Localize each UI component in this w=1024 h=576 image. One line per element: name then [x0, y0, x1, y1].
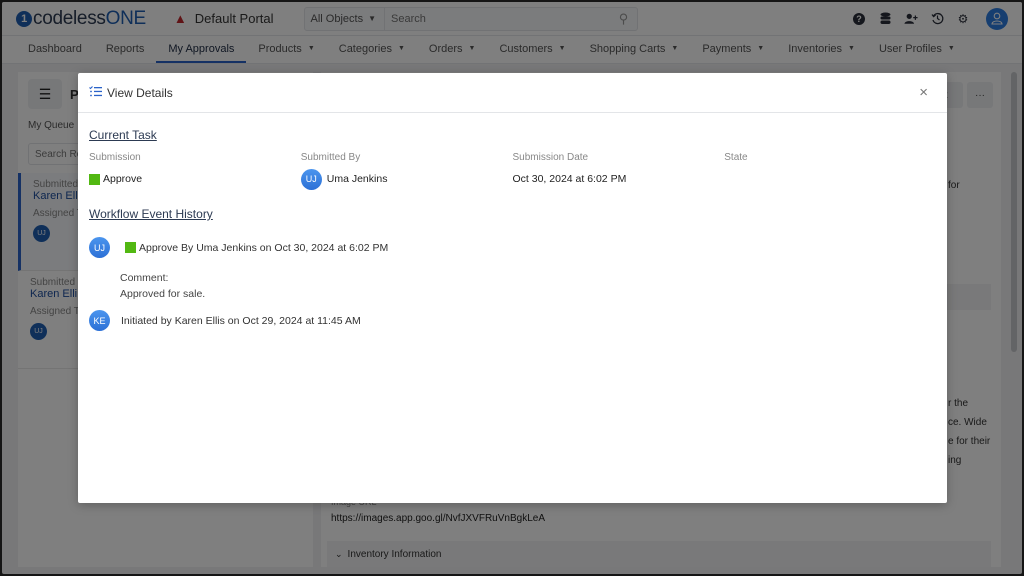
- comment-text: Approved for sale.: [120, 288, 206, 300]
- event-comment: Comment: Approved for sale.: [120, 270, 936, 302]
- submission-field: Submission Approve: [89, 152, 301, 189]
- history-event: KE Initiated by Karen Ellis on Oct 29, 2…: [89, 310, 936, 331]
- current-task-heading: Current Task: [89, 128, 157, 142]
- modal-header: View Details ×: [78, 73, 947, 113]
- submission-label: Submission: [89, 152, 141, 163]
- state-field: State: [724, 152, 936, 189]
- close-icon[interactable]: ×: [919, 85, 928, 100]
- avatar: KE: [89, 310, 110, 331]
- history-event: UJ Approve By Uma Jenkins on Oct 30, 202…: [89, 237, 936, 258]
- state-label: State: [724, 152, 748, 163]
- modal-title: View Details: [107, 85, 173, 100]
- submitted-by-name: Uma Jenkins: [326, 173, 388, 185]
- state-value: [724, 169, 936, 189]
- comment-label: Comment:: [120, 272, 169, 284]
- workflow-history: Workflow Event History UJ Approve By Uma…: [89, 207, 936, 331]
- approve-status-icon: [125, 242, 136, 253]
- submission-date-field: Submission Date Oct 30, 2024 at 6:02 PM: [513, 152, 725, 189]
- avatar: UJ: [300, 168, 322, 190]
- submission-value: Approve: [103, 173, 143, 185]
- event-text: Approve By Uma Jenkins on Oct 30, 2024 a…: [139, 241, 389, 254]
- avatar: UJ: [89, 237, 110, 258]
- submitted-by-label: Submitted By: [300, 152, 361, 163]
- checklist-icon: [89, 85, 102, 100]
- modal-body: Current Task Submission Approve Submitte…: [78, 113, 947, 346]
- view-details-modal: View Details × Current Task Submission A…: [78, 73, 947, 503]
- submission-date-value: Oct 30, 2024 at 6:02 PM: [512, 173, 627, 185]
- event-text: Initiated by Karen Ellis on Oct 29, 2024…: [121, 314, 361, 327]
- submission-date-label: Submission Date: [512, 152, 589, 163]
- submitted-by-field: Submitted By UJ Uma Jenkins: [300, 152, 513, 190]
- current-task-fields: Submission Approve Submitted By UJ Uma Je…: [89, 152, 936, 190]
- approve-status-icon: [89, 173, 100, 185]
- workflow-history-heading: Workflow Event History: [89, 207, 213, 221]
